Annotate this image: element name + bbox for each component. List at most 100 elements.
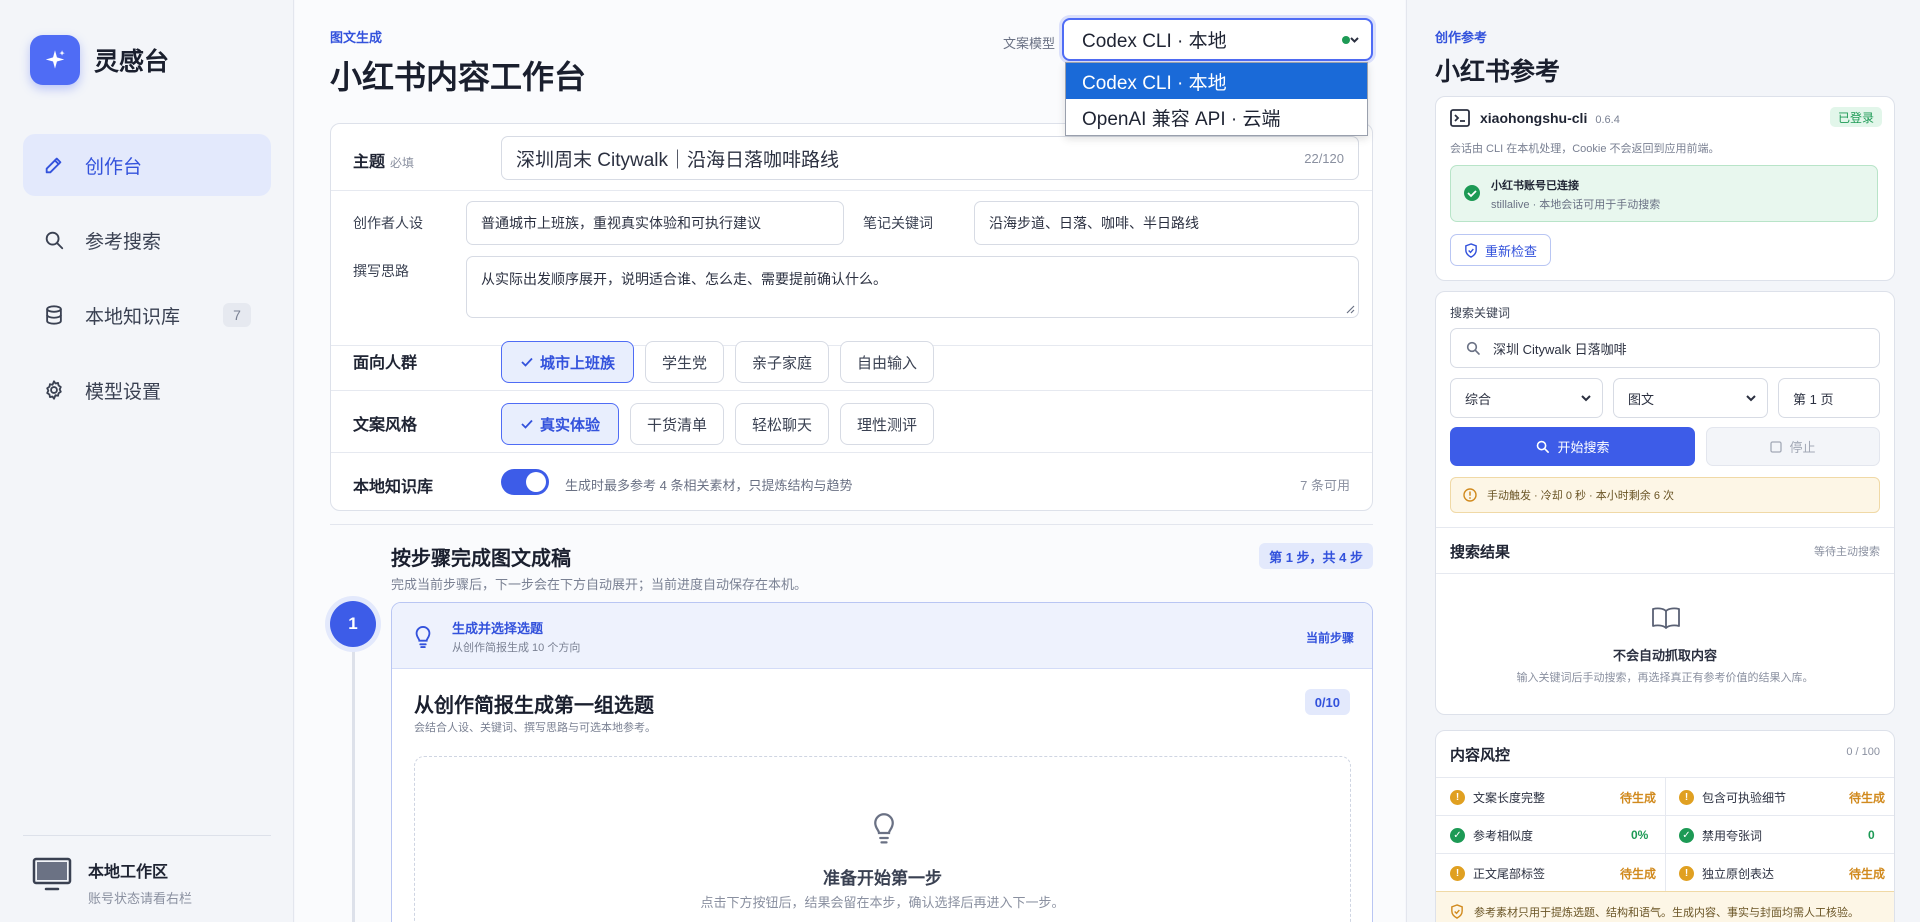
step-number: 1 [330,601,376,647]
audience-chip[interactable]: 学生党 [645,341,724,383]
style-chip[interactable]: 干货清单 [630,403,724,445]
model-select-value: Codex CLI · 本地 [1082,31,1227,52]
keywords-label: 笔记关键词 [863,215,933,231]
results-empty-desc: 输入关键词后手动搜索，再选择真正有参考价值的结果入库。 [1516,672,1814,684]
nav-item-reference-search[interactable]: 参考搜索 [23,209,271,271]
topic-count-badge: 0/10 [1304,689,1350,715]
account-status: 小红书账号已连接 [1491,180,1579,192]
reference-panel: 创作参考 小红书参考 xiaohongshu-cli 0.6.4 已登录 会话由 … [1406,0,1920,922]
start-search-button[interactable]: 开始搜索 [1450,427,1695,466]
chevron-down-icon [1341,32,1361,48]
model-label: 文案模型 [1003,36,1056,51]
step-progress-badge: 第 1 步，共 4 步 [1259,543,1373,569]
book-open-icon [1651,606,1681,630]
results-status: 等待主动搜索 [1814,546,1880,558]
chevron-down-icon [1745,393,1757,403]
risk-row: ! 文案长度完整 待生成 ! 包含可执验细节 待生成 [1436,777,1894,815]
style-label: 文案风格 [353,417,418,434]
audience-chip[interactable]: 自由输入 [840,341,934,383]
kb-toggle[interactable] [501,469,549,495]
empty-desc: 点击下方按钮后，结果会留在本步，确认选择后再进入下一步。 [700,895,1065,910]
risk-status: 0% [1631,828,1649,842]
search-icon [1535,439,1550,454]
idea-textarea-value: 从实际出发顺序展开，说明适合谁、怎么走、需要提前确认什么。 [481,271,887,287]
risk-item: ! 独立原创表达 [1679,854,1774,892]
topic-counter: 22/120 [1304,150,1344,166]
nav-item-knowledge-base[interactable]: 本地知识库 7 [23,284,271,346]
workspace-info: 本地工作区 账号状态请看右栏 [32,856,192,907]
model-select[interactable]: Codex CLI · 本地 [1062,18,1373,61]
risk-status: 0 [1868,828,1875,842]
app-logo[interactable]: 灵感台 [30,35,169,85]
knowledge-row: 本地知识库 生成时最多参考 4 条相关素材，只提炼结构与趋势 7 条可用 [331,453,1372,512]
style-chip[interactable]: 轻松聊天 [735,403,829,445]
nav-item-label: 创作台 [85,156,143,178]
page-input[interactable]: 第 1 页 [1778,378,1880,418]
type-select[interactable]: 图文 [1613,378,1768,418]
model-option[interactable]: Codex CLI · 本地 [1066,63,1367,99]
risk-item: ! 文案长度完整 [1450,778,1545,816]
nav-item-model-settings[interactable]: 模型设置 [23,359,271,421]
step-desc: 从创作简报生成 10 个方向 [452,642,581,654]
step-header[interactable]: 生成并选择选题 从创作简报生成 10 个方向 当前步骤 [392,603,1372,669]
terminal-icon [1450,109,1470,127]
lightbulb-icon [412,625,434,649]
audience-label: 面向人群 [353,355,418,372]
search-label: 搜索关键词 [1450,306,1511,320]
idea-label: 撰写思路 [353,263,409,279]
style-chip[interactable]: 理性测评 [840,403,934,445]
recheck-button[interactable]: 重新检查 [1450,234,1551,266]
nav-item-label: 模型设置 [85,381,162,403]
model-dropdown: Codex CLI · 本地 OpenAI 兼容 API · 云端 [1065,62,1368,136]
check-icon [520,355,534,369]
kb-available: 7 条可用 [1300,478,1350,493]
check-circle-icon: ✓ [1450,827,1465,843]
idea-textarea[interactable]: 从实际出发顺序展开，说明适合谁、怎么走、需要提前确认什么。 [466,256,1359,318]
resize-handle-icon[interactable] [1345,304,1355,314]
account-desc: stillalive · 本地会话可用于手动搜索 [1491,199,1661,211]
chevron-down-icon [1580,393,1592,403]
risk-status: 待生成 [1620,790,1657,805]
detail-row: 创作者人设 普通城市上班族，重视真实体验和可执行建议 笔记关键词 沿海步道、日落… [331,191,1372,346]
style-row: 文案风格 真实体验 干货清单 轻松聊天 理性测评 [331,391,1372,453]
search-input[interactable]: 深圳 Citywalk 日落咖啡 [1450,328,1880,368]
stop-icon [1770,440,1783,453]
cli-name: xiaohongshu-cli 0.6.4 [1480,110,1620,126]
audience-row: 面向人群 城市上班族 学生党 亲子家庭 自由输入 [331,329,1372,391]
keywords-input[interactable]: 沿海步道、日落、咖啡、半日路线 [974,201,1359,245]
step-card: 生成并选择选题 从创作简报生成 10 个方向 当前步骤 从创作简报生成第一组选题… [391,602,1373,922]
brief-form: 主题 必填 深圳周末 Citywalk｜沿海日落咖啡路线 22/120 创作者人设… [330,123,1373,511]
button-label: 停止 [1789,440,1816,455]
workspace-title: 本地工作区 [88,864,169,881]
shield-check-icon [1450,904,1464,919]
stop-button[interactable]: 停止 [1706,427,1880,466]
button-label: 重新检查 [1484,243,1537,259]
results-title: 搜索结果 [1450,544,1511,561]
results-empty-title: 不会自动抓取内容 [1612,648,1717,663]
app-name: 灵感台 [94,48,170,76]
search-icon [43,229,65,251]
cli-version: 0.6.4 [1595,114,1620,126]
sidebar: 灵感台 创作台 参考搜索 本地知识库 7 模型设置 本地工作区 账号状态请看右栏 [0,0,294,922]
topic-input[interactable]: 深圳周末 Citywalk｜沿海日落咖啡路线 22/120 [501,136,1359,180]
risk-status: 待生成 [1849,790,1886,805]
sort-select[interactable]: 综合 [1450,378,1603,418]
persona-input[interactable]: 普通城市上班族，重视真实体验和可执行建议 [466,201,844,245]
alert-circle-icon [1463,488,1477,502]
divider [1436,527,1894,528]
card-title: 从创作简报生成第一组选题 [414,695,654,717]
audience-chip[interactable]: 城市上班族 [501,341,634,383]
nav-item-studio[interactable]: 创作台 [23,134,271,196]
cli-status-card: xiaohongshu-cli 0.6.4 已登录 会话由 CLI 在本机处理，C… [1435,96,1895,281]
audience-chip[interactable]: 亲子家庭 [735,341,829,383]
required-tag: 必填 [390,156,415,170]
alert-icon: ! [1450,865,1465,881]
risk-item: ! 包含可执验细节 [1679,778,1786,816]
login-badge: 已登录 [1829,107,1882,127]
risk-row: ✓ 参考相似度 0% ✓ 禁用夸张词 0 [1436,815,1894,853]
shield-check-icon [1464,242,1478,258]
search-card: 搜索关键词 深圳 Citywalk 日落咖啡 综合 图文 第 1 页 开始搜索 … [1435,291,1895,715]
model-option[interactable]: OpenAI 兼容 API · 云端 [1066,99,1367,135]
risk-item: ✓ 参考相似度 [1450,816,1533,854]
style-chip[interactable]: 真实体验 [501,403,619,445]
